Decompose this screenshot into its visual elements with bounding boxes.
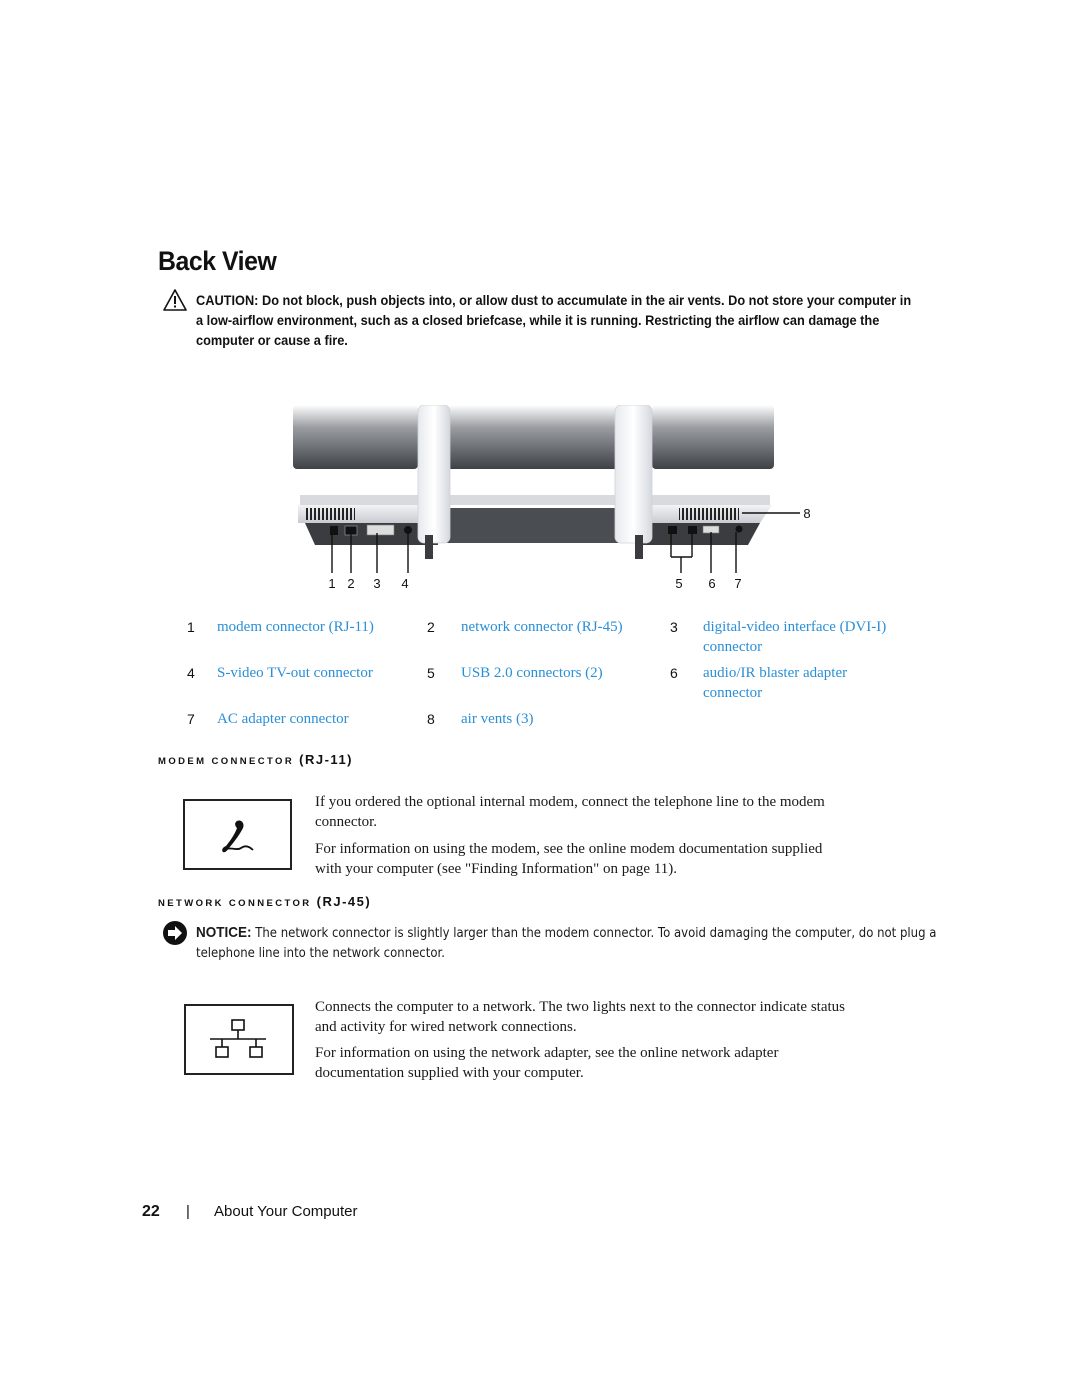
modem-section-heading: MODEM CONNECTOR (RJ-11) [158, 752, 354, 767]
telephone-icon [222, 820, 254, 853]
caution-text: CAUTION: Do not block, push objects into… [196, 291, 916, 351]
legend-link-dvi[interactable]: digital-video interface (DVI-I) connecto… [703, 617, 903, 657]
legend-link-audio-ir[interactable]: audio/IR blaster adapter connector [703, 663, 873, 703]
legend-link-svideo[interactable]: S-video TV-out connector [217, 663, 407, 683]
network-paragraph-1: Connects the computer to a network. The … [315, 999, 846, 1035]
legend-num: 7 [187, 711, 195, 727]
legend-link-modem[interactable]: modem connector (RJ-11) [217, 617, 397, 637]
audio-ir-port [702, 525, 720, 534]
dvi-port [366, 524, 395, 536]
legend-num: 4 [187, 665, 195, 681]
caution-body: Do not block, push objects into, or allo… [196, 293, 912, 349]
hinge-left [417, 405, 451, 544]
legend-num: 1 [187, 619, 195, 635]
legend-link-network[interactable]: network connector (RJ-45) [461, 617, 651, 637]
notice-body: The network connector is slightly larger… [196, 926, 937, 961]
callout-6: 6 [708, 576, 715, 591]
callout-7: 7 [734, 576, 741, 591]
page-title: Back View [158, 246, 277, 276]
modem-paragraph-2: For information on using the modem, see … [315, 841, 823, 877]
laptop-back-view-figure: 1 2 3 4 5 6 7 8 [293, 405, 810, 591]
page-footer: 22 | About Your Computer [142, 1203, 357, 1221]
network-section-heading: NETWORK CONNECTOR (RJ-45) [158, 894, 372, 909]
warning-triangle-icon [163, 289, 187, 311]
legend-link-air-vents[interactable]: air vents (3) [461, 709, 651, 729]
network-paragraph-2: For information on using the network ada… [315, 1045, 779, 1081]
footer-separator: | [185, 1203, 190, 1220]
lid-right [652, 405, 774, 469]
usb-port-1 [668, 526, 677, 534]
telephone-icon-box [183, 799, 292, 870]
callout-4: 4 [401, 576, 408, 591]
lid-center [450, 405, 615, 469]
legend-num: 8 [427, 711, 435, 727]
lid-left [293, 405, 418, 469]
legend-link-ac-adapter[interactable]: AC adapter connector [217, 709, 407, 729]
legend-num: 6 [670, 665, 678, 681]
callout-5: 5 [675, 576, 682, 591]
ac-adapter-port [735, 525, 743, 533]
legend-num: 3 [670, 619, 678, 635]
callout-3: 3 [373, 576, 380, 591]
notice-arrow-icon [163, 921, 187, 945]
footer-section-title: About Your Computer [214, 1203, 358, 1220]
caution-label: CAUTION: [196, 293, 259, 309]
notice-text: NOTICE: The network connector is slightl… [196, 923, 961, 964]
notice-label: NOTICE: [196, 924, 252, 941]
network-icon [210, 1019, 266, 1058]
modem-port [330, 526, 338, 535]
legend-num: 2 [427, 619, 435, 635]
svideo-port [404, 526, 412, 534]
legend-link-usb[interactable]: USB 2.0 connectors (2) [461, 663, 651, 683]
air-vent-right [679, 508, 739, 520]
hinge-right [614, 405, 653, 544]
battery [445, 508, 630, 543]
legend-num: 5 [427, 665, 435, 681]
callout-1: 1 [328, 576, 335, 591]
modem-paragraph-1: If you ordered the optional internal mod… [315, 794, 825, 830]
base-top [300, 495, 770, 505]
callout-2: 2 [347, 576, 354, 591]
callout-8: 8 [803, 506, 810, 521]
page-number: 22 [142, 1203, 160, 1220]
air-vent-left [305, 508, 355, 520]
network-icon-box [184, 1004, 294, 1075]
